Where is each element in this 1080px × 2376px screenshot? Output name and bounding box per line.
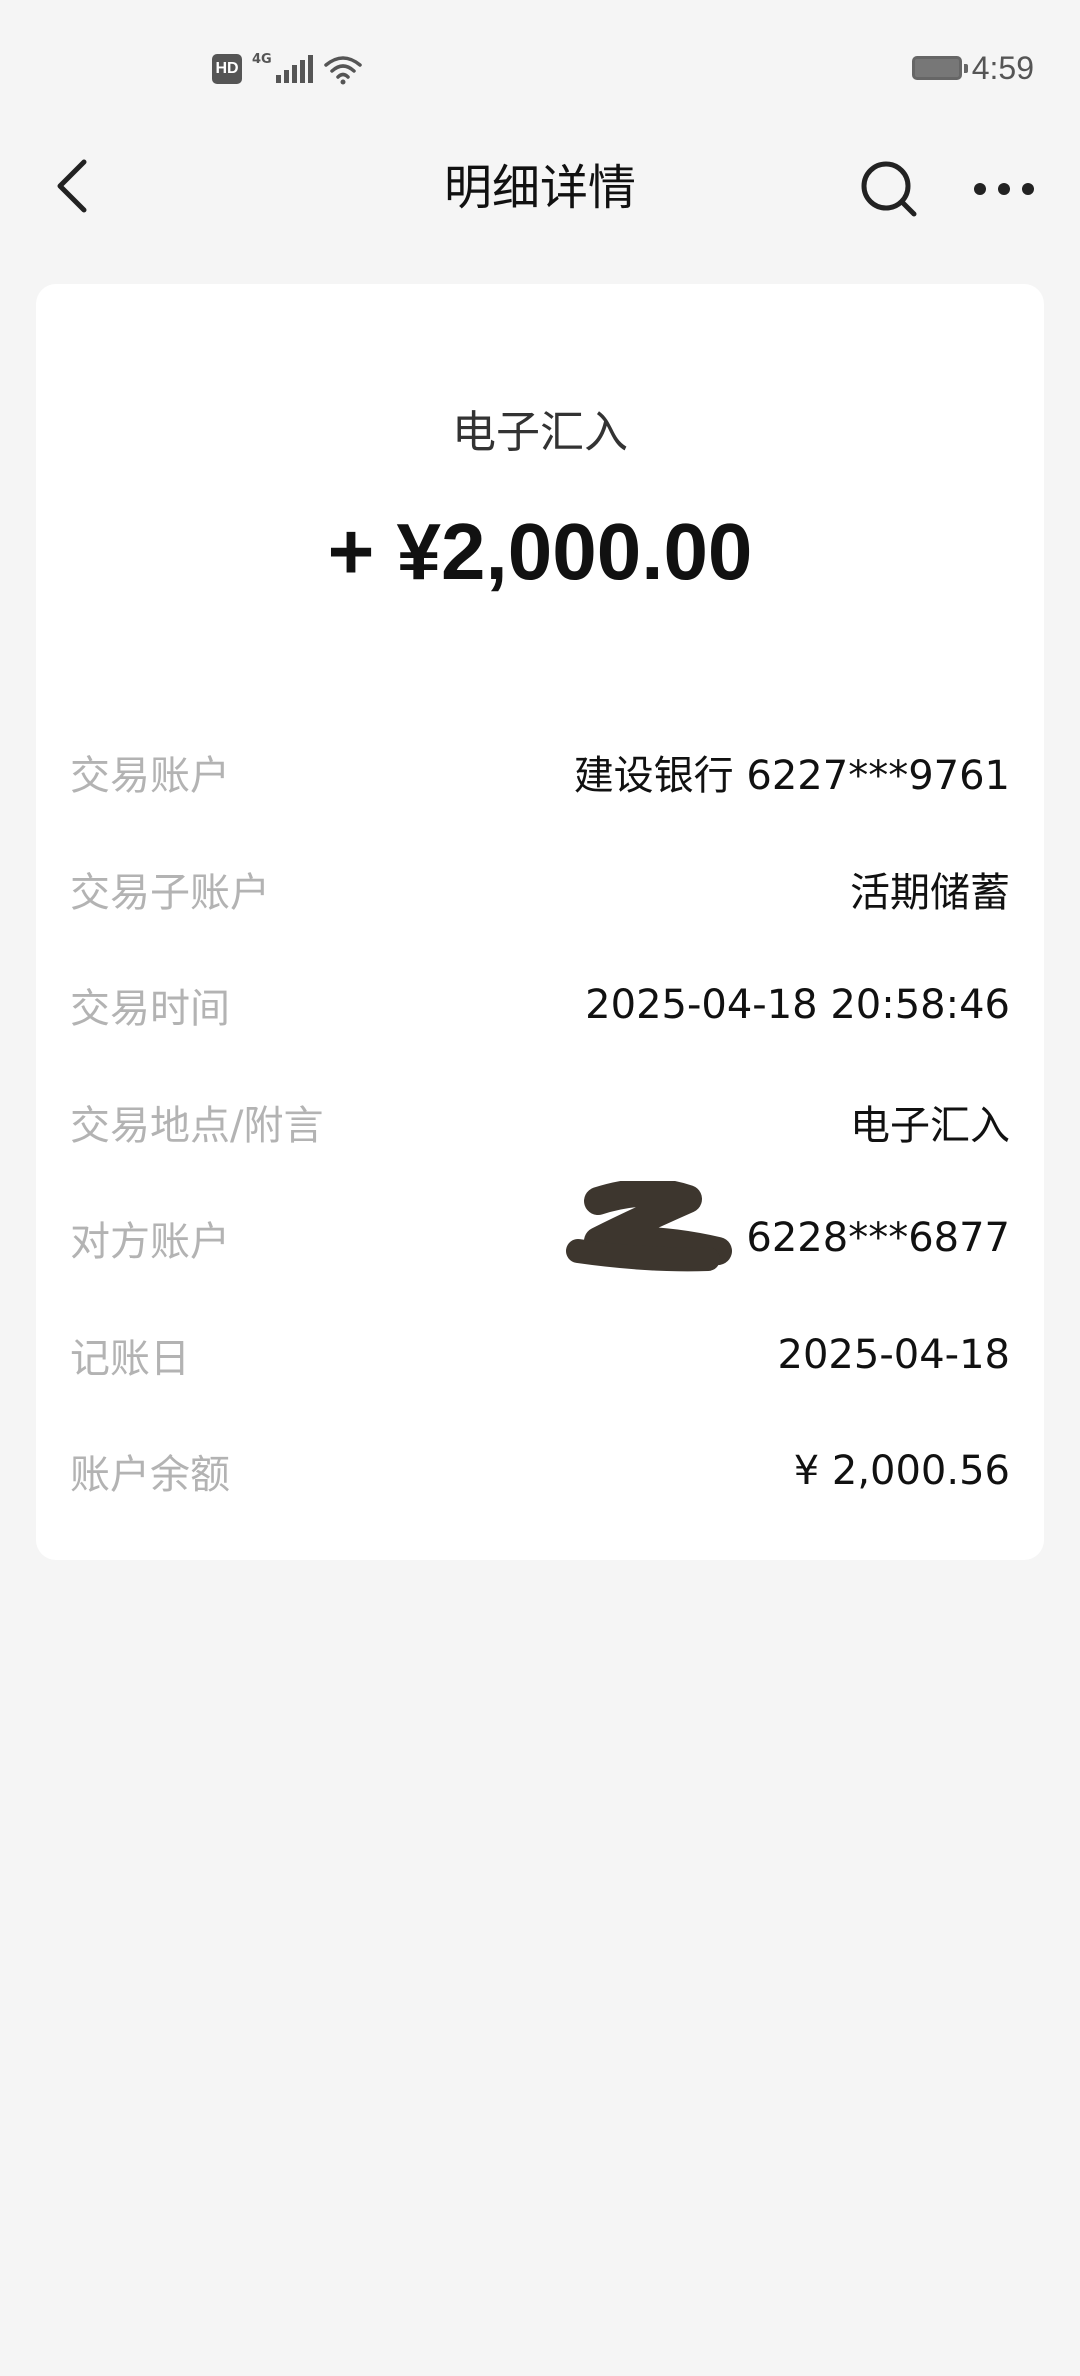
chevron-left-icon bbox=[57, 159, 87, 213]
detail-label: 交易账户 bbox=[70, 753, 230, 800]
detail-row-location: 交易地点/附言 电子汇入 bbox=[70, 1064, 1010, 1181]
detail-value: 电子汇入 bbox=[850, 1102, 1010, 1149]
detail-value: 2025-04-18 bbox=[777, 1331, 1010, 1378]
detail-label: 记账日 bbox=[70, 1335, 190, 1382]
status-bar: HD 4G 4:59 bbox=[0, 0, 1080, 120]
status-time: 4:59 bbox=[971, 49, 1034, 86]
detail-row-time: 交易时间 2025-04-18 20:58:46 bbox=[70, 947, 1010, 1064]
battery-icon bbox=[911, 56, 968, 80]
detail-label: 交易时间 bbox=[70, 986, 230, 1033]
transaction-detail-card: 电子汇入 + ¥2,000.00 交易账户 建设银行 6227***9761 交… bbox=[36, 284, 1044, 1560]
transaction-type: 电子汇入 bbox=[452, 407, 628, 458]
detail-label: 账户余额 bbox=[70, 1452, 230, 1499]
detail-label: 交易子账户 bbox=[70, 869, 270, 916]
detail-value: 6228***6877 bbox=[746, 1215, 1010, 1262]
status-bar-left: HD 4G bbox=[212, 52, 363, 86]
detail-row-sub-account: 交易子账户 活期储蓄 bbox=[70, 831, 1010, 948]
detail-value: ¥ 2,000.56 bbox=[793, 1448, 1010, 1495]
signal-icon bbox=[275, 55, 313, 83]
search-button[interactable] bbox=[854, 154, 924, 224]
hd-badge: HD bbox=[212, 54, 242, 84]
nav-bar: 明细详情 bbox=[0, 140, 1080, 236]
detail-value: 建设银行 6227***9761 bbox=[573, 753, 1010, 800]
more-button[interactable] bbox=[964, 154, 1044, 224]
detail-label: 对方账户 bbox=[70, 1219, 230, 1266]
network-type: 4G bbox=[252, 52, 272, 67]
detail-row-balance: 账户余额 ¥ 2,000.56 bbox=[70, 1413, 1010, 1530]
detail-row-posting-date: 记账日 2025-04-18 bbox=[70, 1297, 1010, 1414]
status-bar-right: 4:59 bbox=[911, 48, 1034, 88]
detail-row-account: 交易账户 建设银行 6227***9761 bbox=[70, 714, 1010, 831]
detail-value: 2025-04-18 20:58:46 bbox=[585, 982, 1010, 1029]
detail-list: 交易账户 建设银行 6227***9761 交易子账户 活期储蓄 交易时间 20… bbox=[70, 714, 1010, 1530]
wifi-icon bbox=[323, 56, 362, 85]
redaction-scribble bbox=[566, 1181, 733, 1272]
transaction-amount: + ¥2,000.00 bbox=[327, 507, 753, 596]
detail-row-counterparty: 对方账户 6228***6877 bbox=[70, 1180, 1010, 1297]
more-icon bbox=[974, 183, 1034, 195]
counterparty-value-wrap: 6228***6877 bbox=[566, 1181, 1010, 1272]
detail-label: 交易地点/附言 bbox=[70, 1102, 324, 1149]
search-icon bbox=[861, 161, 917, 217]
back-button[interactable] bbox=[40, 154, 104, 218]
detail-value: 活期储蓄 bbox=[850, 869, 1010, 916]
